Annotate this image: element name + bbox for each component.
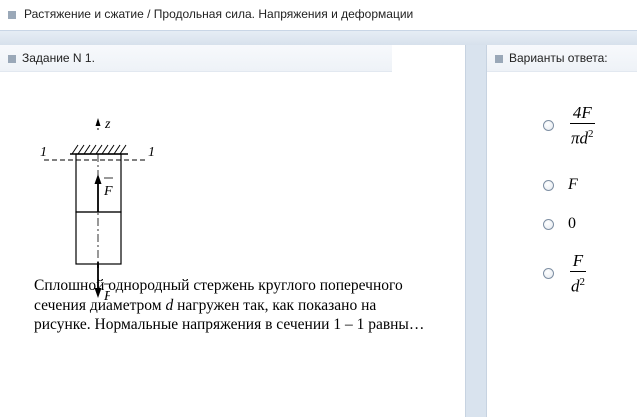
answers-panel-header: Варианты ответа: [487, 45, 637, 72]
title-bar: Растяжение и сжатие / Продольная сила. Н… [0, 0, 637, 31]
option-text: F [568, 176, 578, 193]
task-title: Задание N 1. [22, 51, 95, 65]
z-axis-arrow-icon [95, 118, 101, 126]
fraction-numerator: F [569, 252, 587, 272]
z-axis-label: z [104, 117, 111, 132]
denominator-exponent: 2 [588, 128, 594, 140]
rod-lower-segment [75, 211, 122, 265]
answer-option-2[interactable]: F [543, 176, 578, 194]
bullet-square-icon [8, 55, 16, 63]
radio-button[interactable] [543, 120, 554, 132]
denominator-base: πd [571, 128, 589, 148]
question-section: 1 – 1 [333, 316, 365, 333]
force-up-arrow-icon [94, 174, 102, 184]
answers-title: Варианты ответа: [509, 51, 608, 65]
fraction-denominator: d2 [568, 272, 588, 296]
radio-button[interactable] [543, 218, 554, 230]
header-strip [0, 31, 637, 45]
denominator-base: d [571, 276, 580, 296]
option-text: 0 [568, 215, 576, 232]
support-hatching [71, 144, 127, 155]
fraction-denominator: πd2 [568, 124, 597, 148]
fraction: 4F πd2 [568, 104, 597, 148]
page-title: Растяжение и сжатие / Продольная сила. Н… [24, 7, 414, 21]
answer-option-1[interactable]: 4F πd2 [543, 104, 597, 148]
force-up-label: F [103, 184, 113, 199]
bullet-square-icon [8, 11, 16, 19]
fraction-numerator: 4F [569, 104, 595, 124]
answer-option-3[interactable]: 0 [543, 215, 576, 233]
question-part3: равны… [364, 316, 425, 333]
rod-diagram: z 1 1 F [40, 117, 155, 268]
section-label-left: 1 [40, 145, 47, 160]
bullet-square-icon [495, 55, 503, 63]
fraction: F d2 [568, 252, 588, 296]
section-label-right: 1 [148, 145, 155, 160]
panel-gutter [466, 45, 486, 417]
radio-button[interactable] [543, 179, 554, 191]
question-text: Сплошной однородный стержень круглого по… [34, 276, 434, 335]
answer-option-4[interactable]: F d2 [543, 252, 588, 296]
radio-button[interactable] [543, 268, 554, 280]
denominator-exponent: 2 [579, 276, 586, 288]
